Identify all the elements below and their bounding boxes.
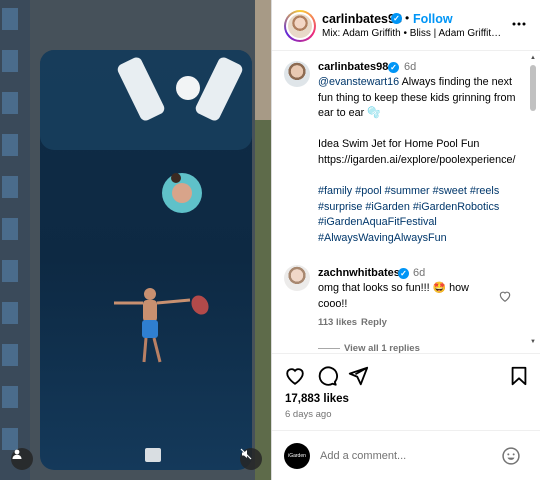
verified-badge-icon: ✓	[398, 268, 409, 279]
heart-icon	[499, 291, 511, 302]
comment-input[interactable]	[320, 447, 490, 465]
scrollbar-thumb[interactable]	[530, 65, 536, 111]
like-button[interactable]	[284, 365, 306, 387]
save-button[interactable]	[508, 365, 530, 387]
scroll-down-arrow-icon[interactable]: ▼	[530, 339, 536, 345]
caption-hashtags[interactable]: #family #pool #summer #sweet #reels #sur…	[318, 184, 528, 246]
emoji-button[interactable]	[501, 446, 521, 466]
post-date[interactable]: 6 days ago	[285, 409, 331, 420]
mute-button[interactable]	[240, 448, 262, 470]
mention-link[interactable]: @evanstewart16	[318, 76, 399, 88]
bookmark-icon	[511, 366, 527, 386]
post-details-panel: carlinbates98 ✓ • Follow Mix: Adam Griff…	[271, 0, 540, 480]
comments-list[interactable]: carlinbates98 ✓ 6d @evanstewart16 Always…	[272, 51, 540, 353]
comment-likes[interactable]: 113 likes	[318, 317, 357, 328]
commenter-username[interactable]: zachnwhitbates	[318, 267, 400, 279]
emoji-icon	[502, 447, 520, 465]
reply-button[interactable]: Reply	[361, 317, 387, 328]
pool-video-frame	[0, 0, 271, 480]
comment-text: omg that looks so fun!!! 🤩 how cooo!!	[318, 282, 469, 310]
user-icon	[12, 449, 22, 459]
comment-icon	[318, 366, 338, 386]
more-horizontal-icon	[512, 22, 526, 26]
post-media[interactable]	[0, 0, 271, 480]
caption-time[interactable]: 6d	[404, 61, 416, 73]
caption-line-2: Idea Swim Jet for Home Pool Fun	[318, 138, 480, 151]
follow-button[interactable]: Follow	[413, 12, 453, 26]
author-username[interactable]: carlinbates98	[322, 12, 402, 26]
post-header: carlinbates98 ✓ • Follow Mix: Adam Griff…	[272, 0, 540, 51]
send-icon	[348, 366, 369, 386]
mute-icon	[240, 448, 252, 460]
comment-button[interactable]	[316, 365, 338, 387]
verified-badge-icon: ✓	[391, 13, 402, 24]
replies-divider	[318, 348, 340, 349]
more-options-button[interactable]	[509, 14, 529, 34]
heart-icon	[286, 368, 304, 385]
caption-text: @evanstewart16 Always finding the next f…	[318, 75, 528, 247]
caption-avatar[interactable]	[284, 61, 310, 87]
tagged-users-button[interactable]	[11, 448, 33, 470]
commenter-avatar[interactable]	[284, 265, 310, 291]
share-button[interactable]	[347, 365, 369, 387]
scroll-up-arrow-icon[interactable]: ▲	[530, 55, 536, 61]
caption-url: https://igarden.ai/explore/poolexperienc…	[318, 153, 516, 166]
comments-scrollbar[interactable]: ▲ ▼	[528, 51, 538, 353]
view-replies-button[interactable]: View all 1 replies	[344, 343, 420, 353]
likes-count[interactable]: 17,883 likes	[285, 393, 349, 405]
post-actions: 17,883 likes 6 days ago	[272, 353, 540, 439]
author-avatar[interactable]	[284, 10, 316, 42]
comment-like-button[interactable]	[498, 289, 512, 303]
add-comment-bar: iGarden	[272, 430, 540, 480]
audio-track-link[interactable]: Mix: Adam Griffith • Bliss | Adam Griffi…	[322, 28, 504, 39]
separator-dot: •	[405, 11, 410, 25]
caption-username[interactable]: carlinbates98	[318, 61, 388, 73]
current-user-avatar: iGarden	[284, 443, 310, 469]
comment-time[interactable]: 6d	[413, 267, 425, 279]
verified-badge-icon: ✓	[388, 62, 399, 73]
